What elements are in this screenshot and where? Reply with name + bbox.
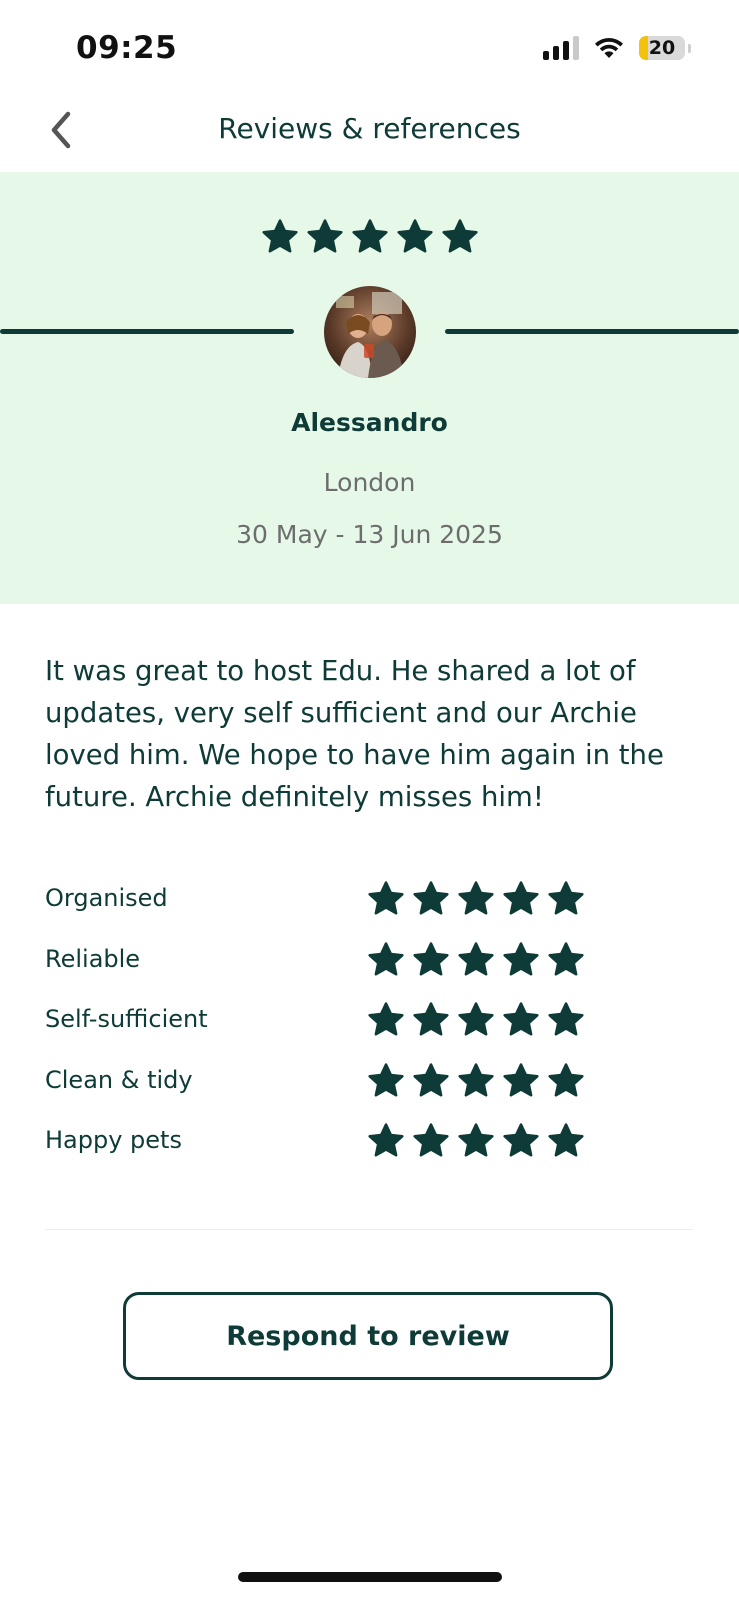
star-icon (548, 881, 584, 915)
star-icon (261, 219, 298, 253)
star-icon (458, 1062, 494, 1097)
star-icon (548, 941, 584, 976)
star-icon (458, 1002, 494, 1036)
divider-line-left (0, 329, 294, 334)
star-icon (351, 219, 388, 253)
reviewer-avatar (324, 286, 416, 378)
star-icon (458, 881, 494, 915)
star-icon (413, 1062, 449, 1097)
rating-label: Happy pets (45, 1126, 182, 1154)
stay-dates: 30 May - 13 Jun 2025 (236, 520, 503, 549)
star-icon (368, 1062, 404, 1097)
section-divider (45, 1229, 693, 1230)
status-bar: 09:25 20 (0, 0, 739, 88)
star-icon (548, 1123, 584, 1157)
star-icon (413, 941, 449, 976)
page-title: Reviews & references (218, 112, 521, 145)
star-icon (306, 219, 343, 253)
rating-stars (367, 880, 585, 918)
review-detail-screen: 09:25 20 Reviews & references Alessandro… (0, 0, 739, 1600)
star-icon (441, 219, 478, 253)
star-icon (458, 1123, 494, 1157)
home-indicator[interactable] (238, 1572, 502, 1582)
rating-label: Self-sufficient (45, 1005, 208, 1033)
rating-row-reliable: Reliable (45, 941, 695, 1002)
battery-level: 20 (648, 37, 676, 59)
rating-row-happy-pets: Happy pets (45, 1122, 695, 1183)
review-summary-card: Alessandro London 30 May - 13 Jun 2025 (0, 172, 739, 604)
rating-stars (367, 1122, 585, 1160)
battery-cap (688, 43, 691, 53)
rating-row-organised: Organised (45, 880, 695, 941)
status-icons: 20 (543, 36, 691, 60)
battery-icon: 20 (639, 36, 685, 60)
star-icon (368, 1002, 404, 1036)
star-icon (503, 1123, 539, 1157)
rating-label: Reliable (45, 944, 141, 973)
star-icon (396, 219, 433, 253)
reviewer-name: Alessandro (291, 408, 448, 437)
cellular-signal-icon (543, 36, 579, 60)
star-icon (413, 1002, 449, 1036)
star-icon (503, 1062, 539, 1097)
reviewer-location: London (323, 468, 416, 497)
star-icon (548, 1002, 584, 1036)
star-icon (503, 881, 539, 915)
rating-label: Clean & tidy (45, 1065, 193, 1094)
star-icon (368, 881, 404, 915)
rating-label: Organised (45, 884, 168, 912)
rating-stars (367, 941, 585, 979)
star-icon (413, 1123, 449, 1157)
star-icon (548, 1062, 584, 1097)
star-icon (368, 1123, 404, 1157)
star-icon (458, 941, 494, 976)
respond-to-review-button[interactable]: Respond to review (123, 1292, 613, 1380)
star-icon (413, 881, 449, 915)
rating-stars (367, 1001, 585, 1039)
overall-rating-stars (0, 218, 739, 256)
category-ratings: Organised Reliable Self-sufficient Clean… (45, 880, 695, 1183)
review-body-text: It was great to host Edu. He shared a lo… (45, 655, 664, 813)
rating-stars (367, 1062, 585, 1100)
star-icon (368, 941, 404, 976)
rating-row-clean-tidy: Clean & tidy (45, 1062, 695, 1123)
status-time: 09:25 (76, 30, 178, 66)
rating-row-self-sufficient: Self-sufficient (45, 1001, 695, 1062)
star-icon (503, 1002, 539, 1036)
divider-line-right (445, 329, 739, 334)
star-icon (503, 941, 539, 976)
wifi-icon (595, 38, 623, 58)
nav-header: Reviews & references (0, 88, 739, 172)
